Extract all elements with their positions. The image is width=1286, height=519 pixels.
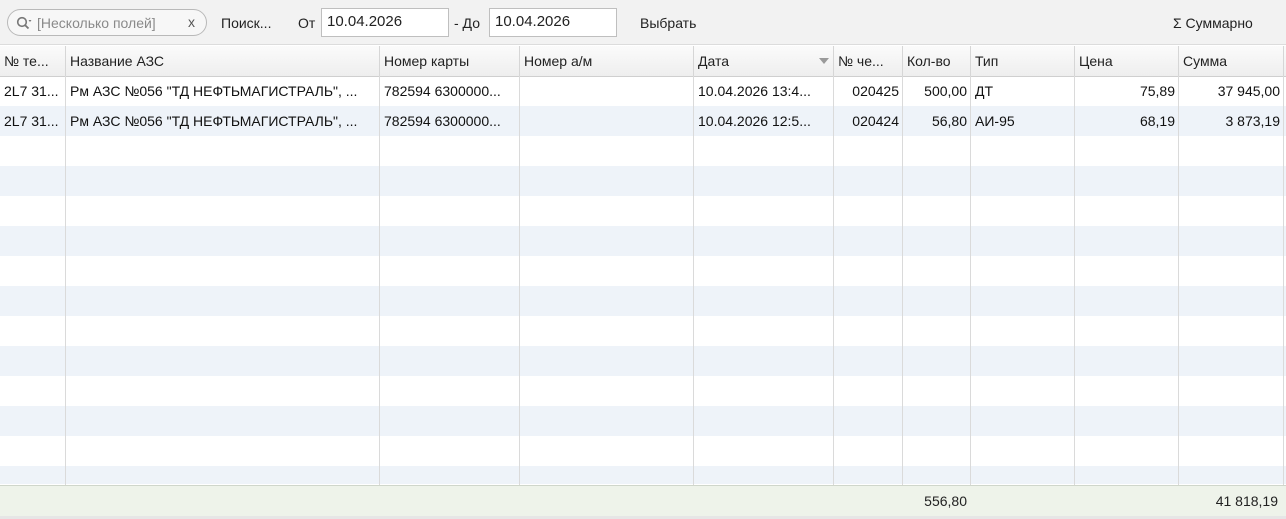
from-label: От bbox=[298, 15, 316, 31]
table-header: № те... Название АЗС Номер карты Номер а… bbox=[0, 46, 1286, 77]
cell-terminal: 2L7 31... bbox=[4, 83, 59, 99]
table-row[interactable]: 2L7 31... Рм АЗС №056 "ТД НЕФТЬМАГИСТРАЛ… bbox=[0, 76, 1286, 106]
column-header-sorted[interactable]: Дата bbox=[694, 46, 834, 77]
cell-station-name: Рм АЗС №056 "ТД НЕФТЬМАГИСТРАЛЬ", ... bbox=[70, 113, 358, 129]
search-field[interactable]: [Несколько полей] x bbox=[7, 9, 207, 36]
cell-receipt-number: 020425 bbox=[852, 83, 899, 99]
search-icon bbox=[16, 16, 32, 33]
cell-fuel-type: АИ-95 bbox=[975, 113, 1015, 129]
column-divider bbox=[693, 76, 694, 516]
column-divider bbox=[379, 76, 380, 516]
cell-receipt-number: 020424 bbox=[852, 113, 899, 129]
summary-row: 556,80 41 818,19 bbox=[0, 485, 1286, 516]
column-divider bbox=[65, 76, 66, 516]
cell-price: 68,19 bbox=[1139, 113, 1175, 129]
column-divider bbox=[902, 76, 903, 516]
cell-quantity: 56,80 bbox=[931, 113, 967, 129]
cell-sum: 37 945,00 bbox=[1217, 83, 1280, 99]
column-header[interactable]: Кол-во bbox=[903, 46, 971, 77]
column-header[interactable]: Название АЗС bbox=[66, 46, 380, 77]
column-divider bbox=[1283, 76, 1284, 516]
cell-date: 10.04.2026 12:5... bbox=[698, 113, 811, 129]
cell-card-number: 782594 6300000... bbox=[384, 83, 501, 99]
empty-row bbox=[0, 376, 1286, 406]
column-header[interactable]: Номер карты bbox=[380, 46, 520, 77]
cell-vehicle-number bbox=[520, 106, 694, 136]
column-header[interactable]: № че... bbox=[834, 46, 903, 77]
toolbar: [Несколько полей] x Поиск... От 10.04.20… bbox=[0, 0, 1286, 45]
column-divider bbox=[1074, 76, 1075, 516]
total-sum: 41 818,19 bbox=[1215, 493, 1278, 509]
column-divider bbox=[519, 76, 520, 516]
cell-quantity: 500,00 bbox=[924, 83, 967, 99]
table-row[interactable]: 2L7 31... Рм АЗС №056 "ТД НЕФТЬМАГИСТРАЛ… bbox=[0, 106, 1286, 136]
empty-row bbox=[0, 286, 1286, 316]
table-body: 2L7 31... Рм АЗС №056 "ТД НЕФТЬМАГИСТРАЛ… bbox=[0, 76, 1286, 484]
cell-card-number: 782594 6300000... bbox=[384, 113, 501, 129]
cell-vehicle-number bbox=[520, 76, 694, 106]
cell-date: 10.04.2026 13:4... bbox=[698, 83, 811, 99]
empty-row bbox=[0, 466, 1286, 484]
to-date-input[interactable]: 10.04.2026 bbox=[489, 8, 617, 37]
column-header[interactable]: Цена bbox=[1075, 46, 1179, 77]
empty-row bbox=[0, 406, 1286, 436]
column-header-label: Дата bbox=[698, 53, 730, 69]
empty-row bbox=[0, 346, 1286, 376]
sort-descending-icon bbox=[819, 58, 829, 64]
search-button[interactable]: Поиск... bbox=[221, 15, 271, 31]
column-divider bbox=[1178, 76, 1179, 516]
empty-row bbox=[0, 256, 1286, 286]
cell-price: 75,89 bbox=[1139, 83, 1175, 99]
empty-row bbox=[0, 316, 1286, 346]
cell-sum: 3 873,19 bbox=[1225, 113, 1281, 129]
cell-terminal: 2L7 31... bbox=[4, 113, 59, 129]
empty-row bbox=[0, 166, 1286, 196]
clear-search-button[interactable]: x bbox=[188, 14, 195, 30]
search-placeholder: [Несколько полей] bbox=[37, 15, 156, 31]
cell-fuel-type: ДТ bbox=[975, 83, 994, 99]
empty-row bbox=[0, 226, 1286, 256]
empty-row bbox=[0, 436, 1286, 466]
column-header[interactable]: Сумма bbox=[1179, 46, 1284, 77]
column-header[interactable]: Номер а/м bbox=[520, 46, 694, 77]
summary-button[interactable]: Σ Суммарно bbox=[1173, 15, 1253, 31]
column-divider bbox=[970, 76, 971, 516]
from-date-input[interactable]: 10.04.2026 bbox=[321, 8, 449, 37]
column-header[interactable]: № те... bbox=[0, 46, 66, 77]
to-label: - До bbox=[454, 15, 480, 31]
column-header[interactable]: Тип bbox=[971, 46, 1075, 77]
column-divider bbox=[833, 76, 834, 516]
cell-station-name: Рм АЗС №056 "ТД НЕФТЬМАГИСТРАЛЬ", ... bbox=[70, 83, 358, 99]
empty-row bbox=[0, 136, 1286, 166]
select-button[interactable]: Выбрать bbox=[640, 15, 696, 31]
empty-row bbox=[0, 196, 1286, 226]
total-quantity: 556,80 bbox=[924, 493, 967, 509]
